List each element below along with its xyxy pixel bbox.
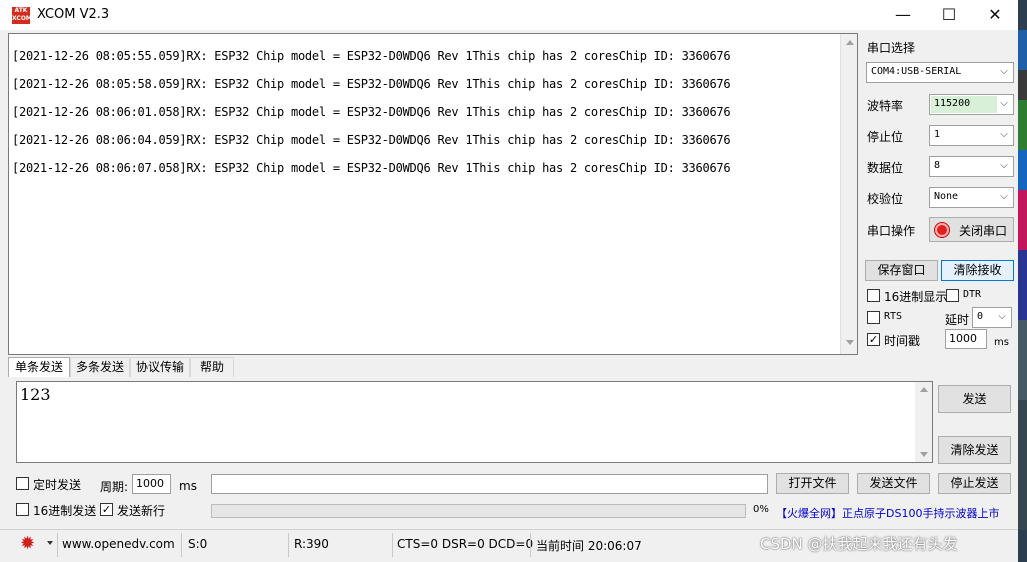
desktop-background [1018,0,1027,562]
stop-bits-select[interactable]: 1 ⌵ [929,125,1014,146]
receive-line: [2021-12-26 08:05:58.059]RX: ESP32 Chip … [12,77,731,91]
period-input[interactable]: 1000 [132,474,171,494]
chevron-down-icon: ⌵ [1000,98,1008,109]
send-progress-bar [211,504,746,518]
title-bar[interactable]: ATK XCOM XCOM V2.3 — ☐ ✕ [0,0,1018,30]
send-newline-checkbox[interactable]: ✓ [100,503,113,516]
close-button[interactable]: ✕ [972,0,1018,30]
dtr-checkbox[interactable] [946,289,959,302]
chevron-down-icon: ⌵ [1000,160,1008,171]
scroll-down-icon[interactable] [846,340,854,345]
hex-send-label: 16进制发送 [33,504,97,518]
gear-icon[interactable]: ✹ [20,535,38,553]
port-label: 串口选择 [867,41,916,55]
hex-display-label: 16进制显示 [884,290,948,304]
data-bits-value: 8 [934,160,941,171]
rts-label: RTS [884,311,903,322]
baud-value: 115200 [934,98,971,109]
current-time: 当前时间 20:06:07 [536,539,642,553]
baud-select[interactable]: 115200 ⌵ [929,94,1014,115]
send-text: 123 [20,385,51,404]
app-logo: ATK XCOM [12,7,32,24]
open-file-button[interactable]: 打开文件 [776,473,849,494]
clear-receive-button[interactable]: 清除接收 [941,260,1014,281]
scroll-down-icon[interactable] [920,452,928,457]
sent-count: S:0 [188,537,208,551]
close-port-button[interactable]: 关闭串口 [929,217,1014,242]
scroll-up-icon[interactable] [846,40,854,45]
timestamp-label: 时间戳 [884,334,921,348]
receive-line: [2021-12-26 08:06:07.058]RX: ESP32 Chip … [12,161,731,175]
timed-send-label: 定时发送 [33,478,82,492]
minimize-button[interactable]: — [880,0,926,30]
timed-send-checkbox[interactable] [16,477,29,490]
delay-value: 0 [977,311,984,322]
port-select[interactable]: COM4:USB-SERIAL ⌵ [866,62,1014,83]
timestamp-input[interactable]: 1000 [945,329,987,349]
website-url[interactable]: www.openedv.com [62,537,175,551]
dtr-label: DTR [963,289,982,300]
maximize-button[interactable]: ☐ [926,0,972,30]
send-file-button[interactable]: 发送文件 [857,473,930,494]
stop-bits-value: 1 [934,129,941,140]
period-ms-label: ms [179,479,197,493]
receive-line: [2021-12-26 08:06:01.058]RX: ESP32 Chip … [12,105,731,119]
delay-label: 延时 [945,313,970,327]
promo-link[interactable]: 【火爆全网】正点原子DS100手持示波器上市 [776,505,999,521]
save-window-button[interactable]: 保存窗口 [865,260,938,281]
send-button[interactable]: 发送 [938,385,1011,413]
parity-value: None [934,191,959,202]
stop-send-button[interactable]: 停止发送 [938,473,1011,494]
chevron-down-icon: ⌵ [1000,129,1008,140]
data-bits-select[interactable]: 8 ⌵ [929,156,1014,177]
window-title: XCOM V2.3 [37,7,110,22]
tab-single-send[interactable]: 单条发送 [8,357,70,377]
chevron-down-icon: ⌵ [1000,191,1008,202]
red-light-icon [935,223,949,237]
send-newline-label: 发送新行 [117,504,166,518]
rts-checkbox[interactable] [867,311,880,324]
chevron-down-icon: ⌵ [1000,66,1008,77]
progress-percent: 0% [753,504,769,515]
receive-scrollbar[interactable] [840,34,857,354]
hex-send-checkbox[interactable] [16,503,29,516]
recv-count: R:390 [294,537,329,551]
tab-help[interactable]: 帮助 [190,357,234,377]
delay-select[interactable]: 0 ⌵ [972,307,1012,328]
line-status: CTS=0 DSR=0 DCD=0 [397,537,534,551]
scroll-up-icon[interactable] [920,387,928,392]
parity-label: 校验位 [867,192,904,206]
receive-line: [2021-12-26 08:05:55.059]RX: ESP32 Chip … [12,49,731,63]
data-bits-label: 数据位 [867,161,904,175]
file-path-input[interactable] [211,474,768,494]
receive-textarea[interactable]: [2021-12-26 08:05:55.059]RX: ESP32 Chip … [8,33,858,355]
clear-send-button[interactable]: 清除发送 [938,436,1011,464]
timestamp-ms-label: ms [994,337,1009,348]
port-op-label: 串口操作 [867,224,916,238]
send-scrollbar[interactable] [915,382,932,462]
tab-protocol[interactable]: 协议传输 [130,357,190,377]
stop-bits-label: 停止位 [867,130,904,144]
send-textarea[interactable]: 123 [16,381,933,463]
receive-line: [2021-12-26 08:06:04.059]RX: ESP32 Chip … [12,133,731,147]
chevron-down-icon: ⌵ [998,311,1006,322]
port-value: COM4:USB-SERIAL [871,66,962,77]
baud-label: 波特率 [867,99,904,113]
timestamp-checkbox[interactable]: ✓ [867,333,880,346]
chevron-down-icon[interactable] [47,541,53,545]
tab-multi-send[interactable]: 多条发送 [70,357,130,377]
period-label: 周期: [100,480,129,494]
csdn-watermark: CSDN @扶我起来我还有头发 [760,535,958,553]
hex-display-checkbox[interactable] [867,289,880,302]
parity-select[interactable]: None ⌵ [929,187,1014,208]
